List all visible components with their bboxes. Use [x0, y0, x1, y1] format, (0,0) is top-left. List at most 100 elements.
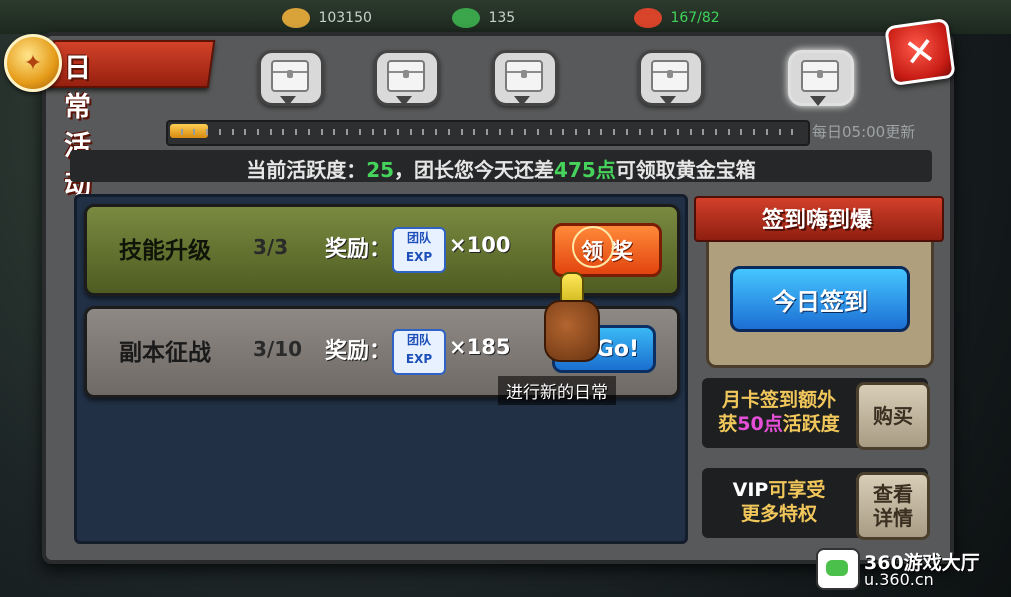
- month-card-row: 月卡签到额外 获50点活跃度 购买: [702, 378, 930, 450]
- progress-tick: [372, 129, 374, 135]
- progress-tick: [499, 129, 501, 135]
- progress-tick: [550, 129, 552, 135]
- progress-tick: [524, 129, 526, 135]
- reward-amount: ×185: [449, 335, 511, 359]
- daily-signin-button[interactable]: 今日签到: [730, 266, 910, 332]
- reward-chest-4[interactable]: [638, 50, 704, 106]
- resource-stamina: 135: [452, 8, 515, 28]
- vip-line1: VIP可享受: [704, 478, 854, 502]
- close-icon: ✕: [901, 27, 939, 77]
- progress-tick: [651, 129, 653, 135]
- quest-name: 技能升级: [119, 238, 211, 264]
- guide-tip-text: 进行新的日常: [498, 376, 616, 405]
- stamina-icon: [452, 8, 480, 28]
- progress-tick: [257, 129, 259, 135]
- vip-prefix: VIP: [732, 479, 769, 501]
- team-exp-icon-text-2: EXP: [405, 250, 433, 264]
- close-button[interactable]: ✕: [884, 17, 956, 87]
- gold-coin-icon: [282, 8, 310, 28]
- view-details-line2: 详情: [873, 506, 913, 530]
- resource-gold-value: 103150: [318, 10, 372, 26]
- progress-tick: [537, 129, 539, 135]
- view-details-button[interactable]: 查看 详情: [856, 472, 930, 540]
- reward-chest-3[interactable]: [492, 50, 558, 106]
- progress-tick: [346, 129, 348, 135]
- progress-tick: [702, 129, 704, 135]
- progress-tick: [588, 129, 590, 135]
- reward-amount: ×100: [449, 233, 511, 257]
- progress-tick: [321, 129, 323, 135]
- progress-tick: [308, 129, 310, 135]
- progress-tick: [219, 129, 221, 135]
- progress-tick: [295, 129, 297, 135]
- quest-name: 副本征战: [119, 340, 211, 366]
- progress-tick: [206, 129, 208, 135]
- quest-progress: 3/3: [253, 235, 289, 259]
- reward-chest-gold[interactable]: [788, 50, 854, 106]
- progress-tick: [473, 129, 475, 135]
- treasure-chest-icon: [271, 60, 309, 92]
- top-hud: 103150 135 167/82: [0, 0, 1011, 34]
- progress-tick: [397, 129, 399, 135]
- progress-tick: [740, 129, 742, 135]
- progress-tick: [613, 129, 615, 135]
- progress-tick: [244, 129, 246, 135]
- resource-energy: 167/82: [634, 8, 720, 28]
- view-details-label: 查看 详情: [873, 482, 913, 530]
- daily-medal-icon: ✦: [4, 34, 62, 92]
- buy-button[interactable]: 购买: [856, 382, 930, 450]
- progress-tick: [728, 129, 730, 135]
- watermark-line2: u.360.cn: [864, 570, 934, 589]
- chest-bubble-tail: [514, 96, 530, 106]
- progress-tick: [181, 129, 183, 135]
- treasure-chest-icon: [387, 60, 425, 92]
- reward-chest-2[interactable]: [374, 50, 440, 106]
- activity-status-bar: 当前活跃度：25，团长您今天还差475点可领取黄金宝箱: [70, 150, 932, 182]
- reward-chest-1[interactable]: [258, 50, 324, 106]
- progress-tick: [626, 129, 628, 135]
- month-card-line2: 获50点活跃度: [704, 412, 854, 436]
- resource-stamina-value: 135: [488, 10, 516, 26]
- progress-tick: [779, 129, 781, 135]
- progress-tick: [232, 129, 234, 135]
- month-card-suffix: 活跃度: [782, 413, 840, 435]
- progress-tick: [410, 129, 412, 135]
- progress-tick: [600, 129, 602, 135]
- progress-tick: [511, 129, 513, 135]
- team-exp-icon: 团队 EXP: [392, 227, 446, 273]
- reward-label: 奖励：: [325, 237, 392, 262]
- progress-tick: [270, 129, 272, 135]
- team-exp-icon: 团队 EXP: [392, 329, 446, 375]
- vip-line2: 更多特权: [740, 503, 817, 525]
- progress-tick: [333, 129, 335, 135]
- progress-tick: [435, 129, 437, 135]
- team-exp-icon-text-1: 团队: [406, 333, 431, 347]
- gamepad-logo-icon: [816, 548, 860, 590]
- vip-row: VIP可享受 更多特权 查看 详情: [702, 468, 930, 540]
- chest-bubble-tail: [810, 96, 826, 106]
- team-exp-icon-text-1: 团队: [406, 231, 431, 245]
- guide-fist: [544, 300, 600, 362]
- progress-tick: [677, 129, 679, 135]
- progress-tick: [664, 129, 666, 135]
- month-card-prefix: 获: [718, 413, 738, 435]
- signin-title: 签到嗨到爆: [761, 208, 872, 233]
- month-card-text: 月卡签到额外 获50点活跃度: [704, 388, 854, 436]
- view-details-line1: 查看: [873, 482, 913, 506]
- progress-tick: [690, 129, 692, 135]
- points-needed: 475点: [554, 158, 616, 182]
- status-middle: ，团长您今天还差: [394, 158, 555, 182]
- quest-progress: 3/10: [253, 337, 303, 361]
- resource-energy-value: 167/82: [670, 10, 720, 26]
- status-suffix: 可领取黄金宝箱: [615, 158, 756, 182]
- gold-treasure-chest-icon: [801, 60, 839, 92]
- progress-tick: [359, 129, 361, 135]
- vip-line1-rest: 可享受: [768, 479, 826, 501]
- progress-tick: [193, 129, 195, 135]
- progress-tick: [639, 129, 641, 135]
- progress-tick: [282, 129, 284, 135]
- vip-text: VIP可享受 更多特权: [704, 478, 854, 526]
- activity-progress-fill: [170, 124, 208, 138]
- activity-progress-bar: [166, 120, 810, 146]
- progress-tick: [791, 129, 793, 135]
